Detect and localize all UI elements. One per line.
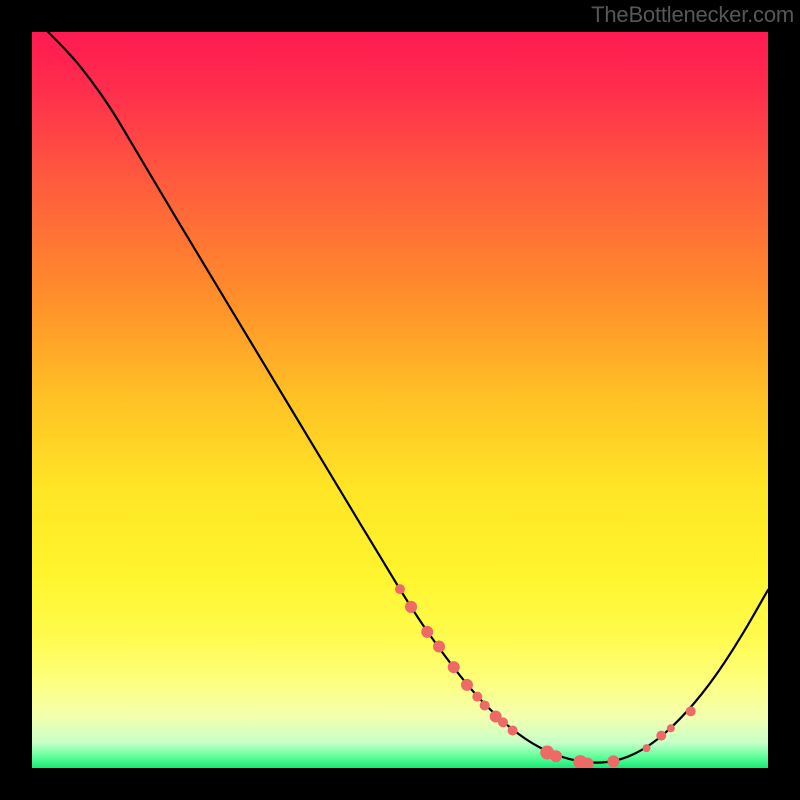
chart-svg [32, 32, 768, 768]
data-marker [472, 692, 482, 702]
data-marker [550, 750, 562, 762]
chart-frame: TheBottlenecker.com [0, 0, 800, 800]
data-marker [395, 584, 405, 594]
data-marker [421, 626, 433, 638]
data-marker [498, 717, 508, 727]
data-marker [643, 744, 651, 752]
data-marker [607, 755, 619, 767]
data-marker [480, 700, 490, 710]
plot-area [32, 32, 768, 768]
data-marker [508, 725, 518, 735]
data-marker [461, 679, 473, 691]
data-marker [448, 661, 460, 673]
attribution-label: TheBottlenecker.com [591, 2, 794, 28]
data-marker [667, 724, 675, 732]
data-marker [433, 641, 445, 653]
gradient-background [32, 32, 768, 768]
data-marker [656, 731, 666, 741]
data-marker [405, 601, 417, 613]
data-marker [686, 706, 696, 716]
